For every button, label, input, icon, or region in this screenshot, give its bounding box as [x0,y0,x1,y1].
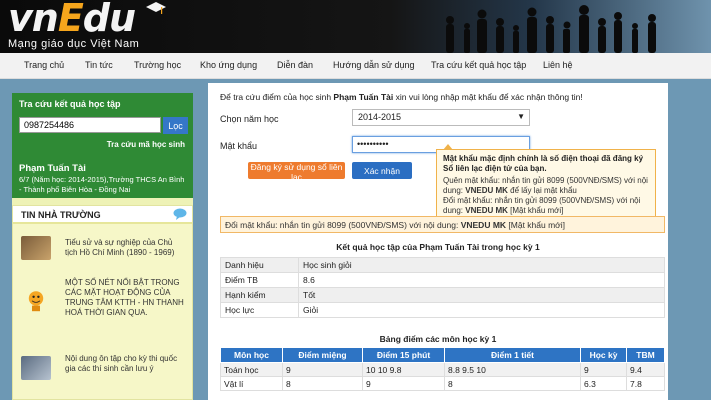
graduation-cap-icon [146,2,166,14]
student-info: 6/7 (Năm học: 2014-2015),Trường THCS An … [19,175,185,194]
student-code-lookup-link[interactable]: Tra cứu mã học sinh [107,140,185,149]
column-header: Học kỳ [580,347,627,363]
change-password-notice: Đổi mật khẩu: nhắn tin gửi 8099 (500VNĐ/… [220,216,665,233]
student-name[interactable]: Phạm Tuấn Tài [19,163,86,174]
news-item[interactable]: Tiểu sử và sự nghiệp của Chủ tịch Hồ Chí… [65,238,185,258]
school-year-select[interactable]: 2014-2015 ▼ [352,109,530,126]
nav-news[interactable]: Tin tức [85,60,113,70]
grades-table: Môn học Điểm miệng Điểm 15 phút Điểm 1 t… [220,347,665,391]
slogan: Mạng giáo dục Việt Nam [8,38,140,50]
table-row: Điểm TB 8.6 [220,272,665,288]
nav-user-guide[interactable]: Hướng dẫn sử dụng [333,60,415,70]
password-label: Mật khẩu [220,141,258,151]
chevron-down-icon: ▼ [517,112,525,121]
left-sidebar: Tra cứu kết quả học tập Lọc Tra cứu mã h… [12,93,193,400]
column-header: Môn học [220,347,283,363]
phone-number-input[interactable] [19,117,161,133]
column-header: Điểm 15 phút [362,347,445,363]
table-row: Hạnh kiểm Tốt [220,287,665,303]
summary-table: Danh hiệu Học sinh giỏi Điểm TB 8.6 Hạnh k… [220,257,665,318]
nav-forum[interactable]: Diễn đàn [277,60,313,70]
speech-bubble-icon [173,208,187,220]
nav-contact[interactable]: Liên hệ [543,60,573,70]
table-row: Danh hiệu Học sinh giỏi [220,257,665,273]
tooltip-forgot-line: Quên mật khẩu: nhắn tin gửi 8099 (500VNĐ… [443,176,648,195]
news-item[interactable]: Nội dung ôn tập cho kỳ thi quốc gia các … [65,354,185,374]
people-silhouettes-graphic [446,5,656,53]
news-thumbnail[interactable] [21,356,51,380]
password-tooltip: Mật khẩu mặc định chính là số điện thoại… [436,144,656,224]
column-header: TBM [626,347,665,363]
result-title: Kết quả học tập của Phạm Tuấn Tài trong … [336,242,540,252]
site-header: vnEdu Mạng giáo dục Việt Nam [0,0,711,53]
instruction-text: Để tra cứu điểm của học sinh Phạm Tuấn T… [220,92,583,102]
main-navigation: Trang chủ Tin tức Trường học Kho ứng dụn… [0,53,711,79]
grades-title: Bảng điểm các môn học kỳ 1 [379,334,497,344]
filter-button[interactable]: Lọc [163,117,188,134]
table-row: Toán học 9 10 10 9.8 8.8 9.5 10 9 9.4 [220,362,665,377]
news-title: TIN NHÀ TRƯỜNG [21,210,101,220]
cartoon-character-icon[interactable] [21,288,51,312]
column-header: Điểm 1 tiết [444,347,581,363]
year-label: Chọn năm học [220,114,279,124]
nav-app-store[interactable]: Kho ứng dụng [200,60,257,70]
school-news-panel: TIN NHÀ TRƯỜNG Tiểu sử và sự nghiệp của … [12,205,193,400]
nav-schools[interactable]: Trường học [134,60,181,70]
main-content: Để tra cứu điểm của học sinh Phạm Tuấn T… [208,83,668,400]
news-item[interactable]: Một số nét nổi bật trong các mặt hoạt độ… [65,278,185,318]
lookup-title: Tra cứu kết quả học tập [19,99,121,109]
tooltip-change-line: Đổi mật khẩu: nhắn tin gửi 8099 (500VNĐ/… [443,196,641,215]
vnedu-logo[interactable]: vnEdu [8,0,136,40]
register-contact-book-button[interactable]: Đăng ký sử dụng sổ liên lạc [248,162,345,182]
table-header-row: Môn học Điểm miệng Điểm 15 phút Điểm 1 t… [220,347,665,363]
tooltip-heading: Mật khẩu mặc định chính là số điện thoại… [443,154,644,173]
result-lookup-panel: Tra cứu kết quả học tập Lọc Tra cứu mã h… [12,93,193,198]
news-header: TIN NHÀ TRƯỜNG [13,206,192,224]
tooltip-arrow [443,144,453,150]
column-header: Điểm miệng [282,347,363,363]
nav-result-lookup[interactable]: Tra cứu kết quả học tập [431,60,526,70]
nav-home[interactable]: Trang chủ [24,60,64,70]
table-row: Học lực Giỏi [220,302,665,318]
confirm-button[interactable]: Xác nhận [352,162,412,179]
news-thumbnail[interactable] [21,236,51,260]
table-row: Vật lí 8 9 8 6.3 7.8 [220,376,665,391]
